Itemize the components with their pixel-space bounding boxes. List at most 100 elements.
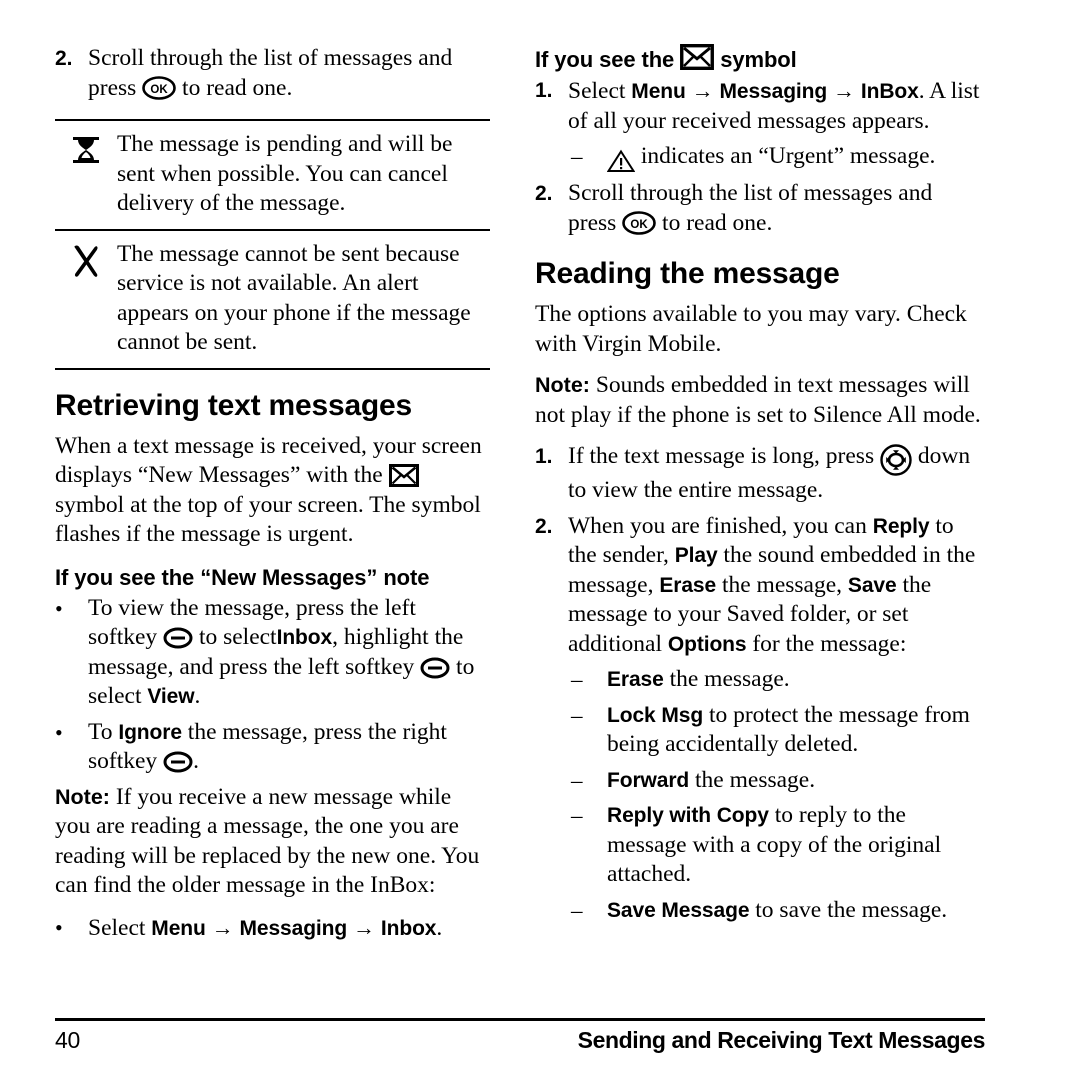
note-label: Note: xyxy=(55,784,110,809)
right-step-1-seg-1: Select xyxy=(568,78,626,104)
reading-step-2-seg-4: the message, xyxy=(721,571,843,598)
ui-label-lock-msg: Lock Msg xyxy=(607,703,704,727)
page-number: 40 xyxy=(55,1027,80,1053)
table-row: The message is pending and will be sent … xyxy=(55,121,490,231)
dash-marker: – xyxy=(571,702,583,728)
ok-key-icon: OK xyxy=(622,210,656,235)
ui-label-reply-with-copy: Reply with Copy xyxy=(607,804,769,827)
arrow-right-icon: → xyxy=(833,78,855,103)
bullet-1-seg-5: . xyxy=(194,683,201,709)
option-text: the message. xyxy=(695,766,816,793)
list-item: – Erase the message. xyxy=(571,665,985,695)
table-cell-text: The message is pending and will be sent … xyxy=(117,131,453,216)
bullet-marker: • xyxy=(55,595,63,621)
option-text: the message. xyxy=(669,666,790,692)
page-title: Retrieving text messages xyxy=(55,388,413,422)
bullet-1-seg-2: to select xyxy=(198,624,277,650)
dash-marker: – xyxy=(571,897,583,923)
reading-step-2-seg-1: When you are finished, you can xyxy=(568,512,867,539)
ui-label-erase: Erase xyxy=(607,668,664,691)
list-item-body: Save Message to save the message. xyxy=(607,896,985,926)
list-item: • To Ignore the message, press the right… xyxy=(55,718,490,777)
right-step-2-text-after: to read one. xyxy=(662,209,773,236)
subheading-new-messages: If you see the “New Messages” note xyxy=(55,564,430,590)
note-text: Sounds embedded in text messages will no… xyxy=(535,372,981,428)
hourglass-icon xyxy=(55,130,117,219)
ui-label-save-message: Save Message xyxy=(607,898,750,922)
list-item: – Reply with Copy to reply to the messag… xyxy=(571,801,985,890)
list-item: – Lock Msg to protect the message from b… xyxy=(571,701,985,760)
reading-step-1: 1. If the text message is long, press do… xyxy=(535,442,985,506)
list-item-body: Forward the message. xyxy=(607,766,985,796)
softkey-icon xyxy=(163,627,193,649)
table-cell-text: The message cannot be sent because servi… xyxy=(117,240,471,356)
list-item-body: indicates an “Urgent” message. xyxy=(606,142,985,173)
right-step-2: 2. Scroll through the list of messages a… xyxy=(535,179,985,238)
list-item: • Select Menu → Messaging → Inbox. xyxy=(55,913,490,944)
list-item-body: Reply with Copy to reply to the message … xyxy=(607,801,985,890)
right-step-1-body: Select Menu → Messaging → InBox. A list … xyxy=(568,76,985,136)
list-item-body: To Ignore the message, press the right s… xyxy=(88,718,490,777)
right-step-1: 1. Select Menu → Messaging → InBox. A li… xyxy=(535,76,985,136)
options-vary-paragraph: The options available to you may vary. C… xyxy=(535,301,967,357)
table-row: The message cannot be sent because servi… xyxy=(55,231,490,370)
footer-chapter-title: Sending and Receiving Text Messages xyxy=(577,1027,986,1053)
intro-paragraph: When a text message is received, your sc… xyxy=(55,432,490,550)
envelope-icon xyxy=(388,464,419,487)
list-item-body: To view the message, press the left soft… xyxy=(88,594,490,712)
ui-label-inbox: Inbox xyxy=(380,916,437,940)
section-title-reading: Reading the message xyxy=(535,257,840,290)
x-mark-icon xyxy=(55,240,117,358)
reading-step-1-text-before: If the text message is long, press xyxy=(568,443,875,469)
list-marker: 2. xyxy=(535,514,553,538)
list-item: – Save Message to save the message. xyxy=(571,896,985,926)
dash-marker: – xyxy=(571,144,583,169)
dash-marker: – xyxy=(571,667,583,692)
subheading-symbol-before: If you see the xyxy=(535,47,675,72)
reading-step-1-body: If the text message is long, press down … xyxy=(568,442,985,506)
options-sub-list: – Erase the message. – Lock Msg to prote… xyxy=(571,665,985,925)
status-icon-table: The message is pending and will be sent … xyxy=(55,119,490,370)
ok-key-icon: OK xyxy=(142,75,176,100)
list-marker: 1. xyxy=(535,445,553,468)
arrow-right-icon: → xyxy=(691,78,714,103)
list-item-body: Select Menu → Messaging → Inbox. xyxy=(88,913,490,944)
bullet-marker: • xyxy=(55,719,63,745)
note-paragraph: Note: Sounds embedded in text messages w… xyxy=(535,371,985,430)
svg-text:OK: OK xyxy=(631,219,649,231)
list-item: • To view the message, press the left so… xyxy=(55,594,490,712)
note-bullet-seg-1: Select xyxy=(88,914,146,941)
ui-label-messaging: Messaging xyxy=(239,916,348,940)
ui-label-erase: Erase xyxy=(659,573,717,597)
note-text: If you receive a new message while you a… xyxy=(55,783,480,899)
note-label: Note: xyxy=(535,373,590,397)
intro-part-2: symbol at the top of your screen. The sy… xyxy=(55,491,481,548)
list-marker: 1. xyxy=(535,79,553,102)
two-column-body: 2. Scroll through the list of messages a… xyxy=(0,0,1080,985)
ui-label-save: Save xyxy=(847,573,897,597)
note-bullet-seg-2: . xyxy=(436,914,443,941)
left-step-2-body: Scroll through the list of messages and … xyxy=(88,44,490,103)
dash-marker: – xyxy=(571,767,583,793)
reading-step-2-seg-6: for the message: xyxy=(752,630,907,657)
envelope-icon xyxy=(680,44,715,70)
urgent-indicator-text: indicates an “Urgent” message. xyxy=(640,143,936,169)
page-footer: 40 Sending and Receiving Text Messages xyxy=(55,1018,985,1054)
softkey-icon xyxy=(420,657,450,679)
list-item: – Forward the message. xyxy=(571,766,985,796)
left-step-2: 2. Scroll through the list of messages a… xyxy=(55,44,490,103)
ui-label-reply: Reply xyxy=(872,514,930,538)
option-text: to save the message. xyxy=(755,896,948,923)
subheading-symbol-after: symbol xyxy=(720,47,797,72)
ui-label-menu: Menu xyxy=(631,80,686,103)
right-column: If you see the symbol 1. Select Menu → M… xyxy=(500,0,1080,985)
ui-label-forward: Forward xyxy=(607,768,690,792)
warning-triangle-icon xyxy=(606,149,636,173)
ui-label-options: Options xyxy=(667,632,747,656)
list-item-body: Erase the message. xyxy=(607,665,985,695)
arrow-right-icon: → xyxy=(211,914,234,940)
reading-step-2: 2. When you are finished, you can Reply … xyxy=(535,512,985,660)
right-step-2-body: Scroll through the list of messages and … xyxy=(568,179,985,238)
manual-page: 2. Scroll through the list of messages a… xyxy=(0,0,1080,1080)
ui-label-inbox: InBox xyxy=(860,80,919,103)
